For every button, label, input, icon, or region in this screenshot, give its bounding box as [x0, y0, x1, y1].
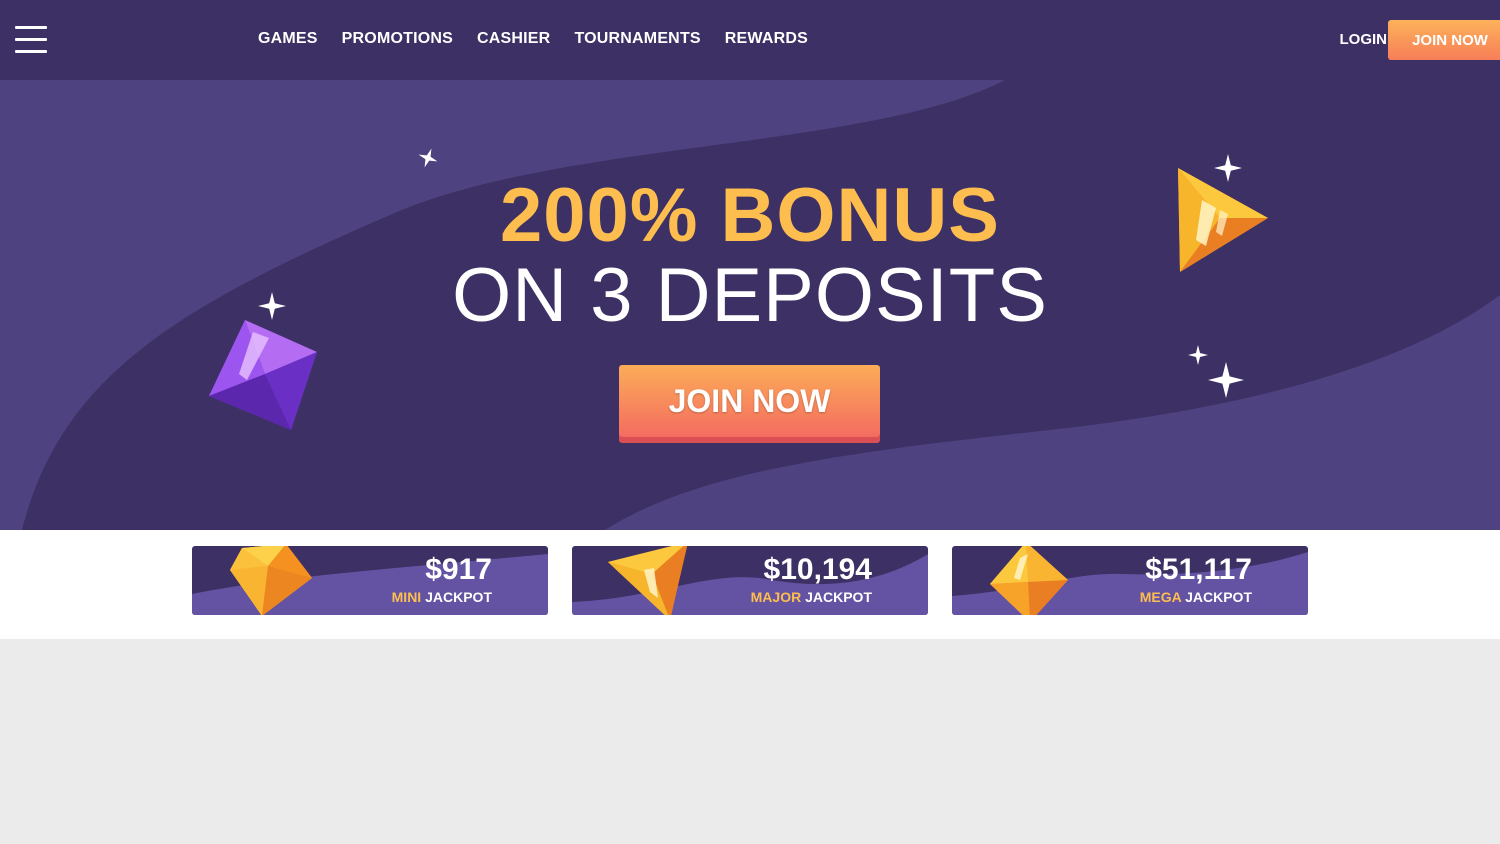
- hamburger-menu-icon[interactable]: [15, 26, 47, 54]
- nav-promotions[interactable]: PROMOTIONS: [342, 30, 453, 48]
- main-nav: GAMES PROMOTIONS CASHIER TOURNAMENTS REW…: [258, 30, 808, 48]
- jackpot-label: MEGA JACKPOT: [1140, 589, 1252, 605]
- sparkle-icon: [1208, 362, 1244, 398]
- jackpot-label: MAJOR JACKPOT: [751, 589, 872, 605]
- nav-cashier[interactable]: CASHIER: [477, 30, 550, 48]
- hero-headline-bonus: 200% BONUS: [500, 173, 1000, 258]
- jackpot-label: MINI JACKPOT: [392, 589, 492, 605]
- triangle-gem-icon: [608, 546, 688, 615]
- jackpot-suffix: JACKPOT: [805, 589, 872, 605]
- jackpot-amount: $917: [425, 553, 492, 586]
- jackpot-tier: MEGA: [1139, 589, 1182, 605]
- nav-games[interactable]: GAMES: [258, 30, 318, 48]
- jackpot-suffix: JACKPOT: [425, 589, 492, 605]
- top-navigation-bar: GAMES PROMOTIONS CASHIER TOURNAMENTS REW…: [0, 0, 1500, 80]
- join-now-header-button[interactable]: JOIN NOW: [1388, 20, 1500, 60]
- hero-headline-deposits: ON 3 DEPOSITS: [452, 253, 1048, 338]
- yellow-gem-icon: [230, 546, 312, 615]
- jackpot-card-mini[interactable]: $917 MINI JACKPOT: [192, 546, 548, 615]
- login-link[interactable]: LOGIN: [1340, 31, 1388, 48]
- jackpot-tier: MINI: [391, 589, 422, 605]
- join-now-hero-button[interactable]: JOIN NOW: [619, 365, 880, 437]
- nav-tournaments[interactable]: TOURNAMENTS: [574, 30, 700, 48]
- diamond-gem-icon: [990, 546, 1068, 615]
- page-body-area: [0, 639, 1500, 844]
- jackpot-amount: $51,117: [1145, 553, 1252, 586]
- jackpot-tier: MAJOR: [750, 589, 802, 605]
- jackpot-amount: $10,194: [763, 553, 872, 586]
- jackpot-suffix: JACKPOT: [1185, 589, 1252, 605]
- hero-banner: 200% BONUS ON 3 DEPOSITS JOIN NOW: [0, 80, 1500, 530]
- jackpot-card-mega[interactable]: $51,117 MEGA JACKPOT: [952, 546, 1308, 615]
- jackpot-strip: $917 MINI JACKPOT $10,194 MAJOR JACKPOT: [0, 530, 1500, 639]
- nav-rewards[interactable]: REWARDS: [725, 30, 808, 48]
- sparkle-icon: [418, 148, 438, 168]
- jackpot-card-major[interactable]: $10,194 MAJOR JACKPOT: [572, 546, 928, 615]
- sparkle-icon: [1188, 345, 1208, 365]
